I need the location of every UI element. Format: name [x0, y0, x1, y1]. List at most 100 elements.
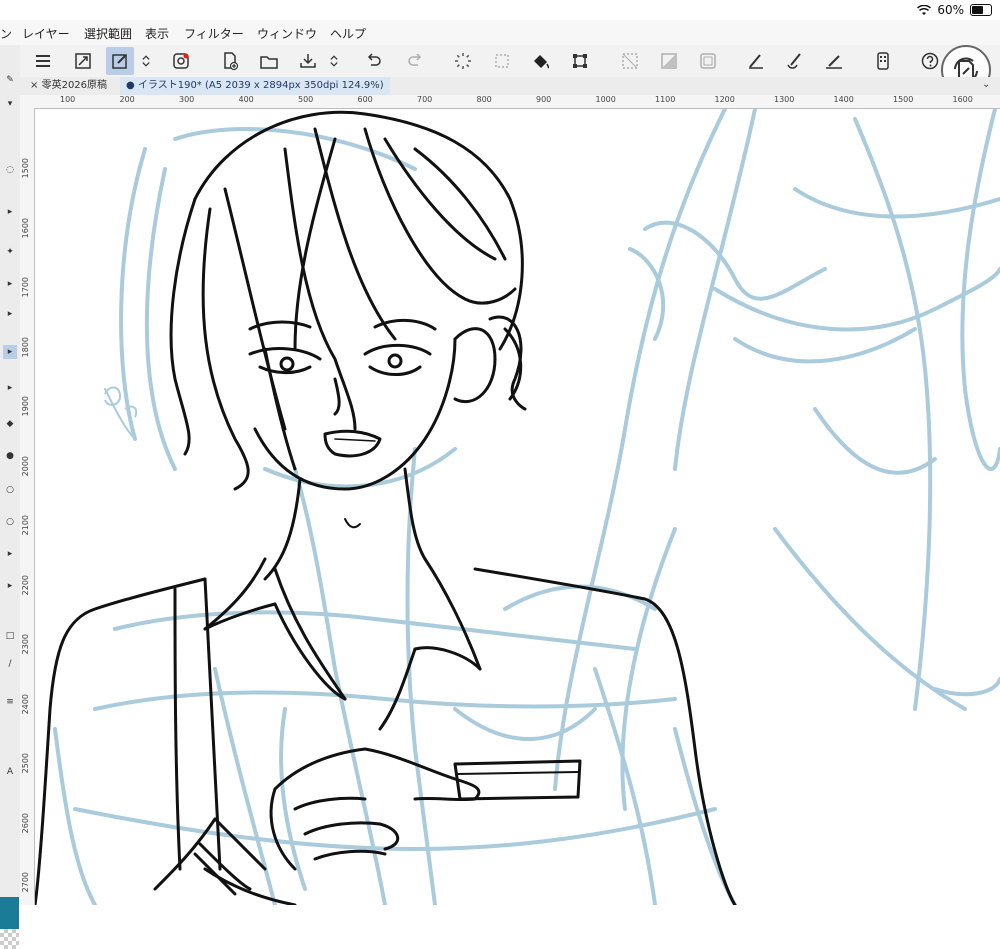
ruler-tick-label: 1600	[952, 95, 973, 104]
updown-button-2[interactable]	[326, 47, 342, 75]
ruler-tick-label: 800	[476, 95, 492, 104]
redo-icon	[408, 53, 422, 66]
tool-arrow-icon[interactable]: ▸	[3, 381, 17, 395]
grid-icon	[622, 53, 638, 69]
undo-button[interactable]	[360, 47, 388, 75]
battery-percent: 60%	[937, 3, 964, 17]
save-button[interactable]	[294, 47, 322, 75]
fill-button[interactable]	[527, 47, 555, 75]
loading-button[interactable]	[449, 47, 477, 75]
ruler-horizontal: 100 200 300 400 500 600 700 800 900 1000 1100 1200 1…	[20, 95, 1000, 109]
menu-item-help[interactable]: ヘルプ	[330, 25, 366, 42]
tool-sparkle-icon[interactable]: ✦	[3, 245, 17, 259]
stylus-icon	[749, 54, 763, 69]
stylus-button[interactable]	[742, 47, 770, 75]
wifi-icon	[917, 4, 932, 15]
chevron-down-icon[interactable]: ⌄	[982, 79, 990, 90]
frame-button[interactable]	[694, 47, 722, 75]
deselect-icon	[495, 54, 509, 68]
tool-drop-icon[interactable]: ●	[3, 449, 17, 463]
menu-item-layer[interactable]: レイヤー	[22, 25, 70, 42]
ruler-tick-label: 2500	[21, 753, 30, 774]
tone-icon	[661, 53, 677, 69]
document-tab-strip: × 零英2026原稿 ● イラスト190* (A5 2039 x 2894px …	[20, 77, 1000, 96]
tool-lasso-icon[interactable]: ◌	[3, 163, 17, 177]
tool-line-icon[interactable]: /	[3, 657, 17, 671]
ruler-tick-label: 1300	[774, 95, 795, 104]
tool-circle-icon[interactable]: ○	[3, 515, 17, 529]
tool-palette-strip: ✎ ▾ ◌ ▸ ✦ ▸ ▸ ▸ ▸ ◆ ● ○ ○ ▸ ▸ □ / ≡ A	[0, 45, 21, 949]
open-button[interactable]	[255, 47, 283, 75]
tab-manuscript[interactable]: × 零英2026原稿	[24, 77, 113, 95]
ruler-tick-label: 2600	[21, 812, 30, 833]
ruler-tick-label: 2100	[21, 515, 30, 536]
tool-circle-icon[interactable]: ○	[3, 483, 17, 497]
tool-arrow-icon[interactable]: ▸	[3, 307, 17, 321]
tool-arrow-icon[interactable]: ▸	[3, 277, 17, 291]
tool-square-icon[interactable]: □	[3, 629, 17, 643]
redo-button[interactable]	[401, 47, 429, 75]
ruler-tick-label: 1800	[21, 336, 30, 357]
tab-illustration[interactable]: ● イラスト190* (A5 2039 x 2894px 350dpi 124.…	[120, 77, 390, 95]
fill-icon	[534, 55, 550, 69]
pen-stroke-button[interactable]	[820, 47, 848, 75]
menu-item-filter[interactable]: フィルター	[184, 25, 244, 42]
menu-button[interactable]	[29, 47, 57, 75]
deselect-button[interactable]	[488, 47, 516, 75]
edit-button[interactable]	[106, 47, 134, 75]
tool-arrow-icon[interactable]: ▸	[3, 547, 17, 561]
phone-button[interactable]	[869, 47, 897, 75]
tool-letter-icon[interactable]: A	[3, 765, 17, 779]
sketch-note	[104, 386, 138, 418]
grid-button[interactable]	[616, 47, 644, 75]
tool-arrow-icon[interactable]: ▸	[3, 205, 17, 219]
help-button[interactable]	[916, 47, 944, 75]
transparent-color-swatch[interactable]	[0, 929, 19, 949]
menu-item-partial[interactable]: ン	[0, 25, 12, 42]
close-icon[interactable]: ×	[30, 80, 38, 91]
fullscreen-button[interactable]	[69, 47, 97, 75]
main-color-swatch[interactable]	[0, 897, 19, 929]
status-bar: 60%	[917, 3, 992, 17]
tone-button[interactable]	[655, 47, 683, 75]
fullscreen-icon	[75, 53, 91, 69]
updown-arrows-icon	[142, 55, 150, 67]
phone-icon	[877, 52, 889, 70]
menu-item-selection[interactable]: 選択範囲	[84, 25, 132, 42]
tab-label: 零英2026原稿	[41, 80, 108, 91]
tool-text-icon[interactable]: ≡	[3, 695, 17, 709]
pen-tool-icon[interactable]: ✎	[3, 73, 17, 87]
updown-arrows-icon	[330, 55, 338, 67]
ruler-tick-label: 100	[60, 95, 76, 104]
brush-button[interactable]	[781, 47, 809, 75]
battery-icon	[970, 4, 992, 16]
ruler-tick-label: 1400	[833, 95, 854, 104]
ruler-tick-label: 300	[179, 95, 195, 104]
ruler-tick-label: 1500	[21, 158, 30, 179]
tool-bucket-icon[interactable]: ◆	[3, 417, 17, 431]
drawing-canvas[interactable]	[35, 109, 1000, 905]
ruler-vertical: 1500 1600 1700 1800 1900 2000 2100 2200 2300 2400…	[20, 108, 35, 905]
spiral-button[interactable]	[167, 47, 195, 75]
ruler-tick-label: 1700	[21, 277, 30, 298]
tool-active-icon[interactable]: ▸	[3, 345, 17, 359]
ruler-tick-label: 400	[238, 95, 254, 104]
ruler-tick-label: 2400	[21, 693, 30, 714]
transform-icon	[573, 54, 587, 68]
menu-item-view[interactable]: 表示	[145, 25, 169, 42]
battery-level	[972, 6, 983, 14]
updown-button[interactable]	[138, 47, 154, 75]
menu-item-window[interactable]: ウィンドウ	[257, 25, 317, 42]
artwork	[35, 109, 1000, 905]
new-file-button[interactable]	[216, 47, 244, 75]
menu-icon	[36, 55, 50, 67]
ruler-tick-label: 1100	[655, 95, 676, 104]
command-bar	[20, 45, 1000, 78]
frame-icon	[700, 53, 716, 69]
tool-arrow-icon[interactable]: ▸	[3, 579, 17, 593]
new-file-icon	[224, 52, 239, 71]
tool-arrow-icon[interactable]: ▾	[3, 97, 17, 111]
edit-pen-icon	[112, 54, 127, 69]
ruler-tick-label: 1600	[21, 217, 30, 238]
transform-button[interactable]	[566, 47, 594, 75]
